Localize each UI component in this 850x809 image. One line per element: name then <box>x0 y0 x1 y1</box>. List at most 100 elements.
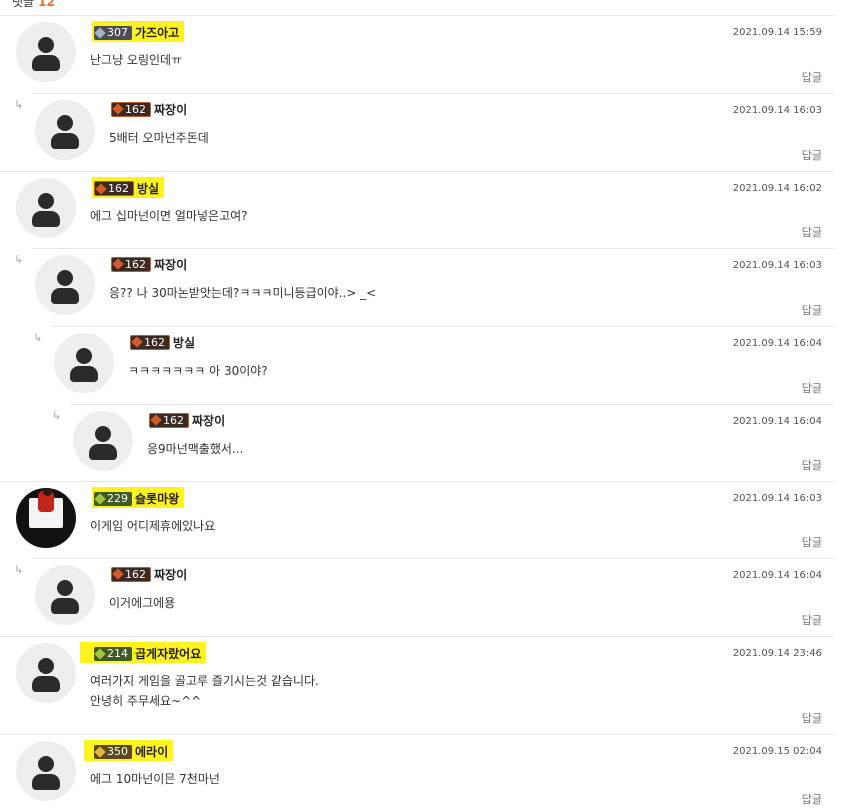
reply-button[interactable]: 답글 <box>802 147 822 163</box>
comment-item: ↳ 162 짜장이 2021.09.14 16:04 이거에그에용 답글 <box>14 558 834 637</box>
level-badge: 307 <box>94 25 132 40</box>
reply-button[interactable]: 답글 <box>802 710 822 726</box>
reply-button[interactable]: 답글 <box>802 224 822 240</box>
comment-date: 2021.09.14 16:04 <box>732 338 822 349</box>
comment-text: 난그냥 오링인데ㅠ <box>90 50 182 70</box>
comment-text-line: ㅋㅋㅋㅋㅋㅋㅋ 아 30이야? <box>128 364 268 378</box>
reply-button[interactable]: 답글 <box>802 612 822 628</box>
reply-button[interactable]: 답글 <box>802 380 822 396</box>
nickname[interactable]: 짜장이 <box>154 101 187 118</box>
level-number: 162 <box>125 257 146 271</box>
level-number: 162 <box>125 567 146 581</box>
level-number: 162 <box>108 182 129 195</box>
comment-text-line: 에그 십마넌이면 얼마넣은고여? <box>90 209 248 223</box>
nick-line: 162 짜장이 <box>111 100 187 118</box>
nickname[interactable]: 짜장이 <box>154 256 187 273</box>
reply-button[interactable]: 답글 <box>802 302 822 318</box>
profile-photo[interactable] <box>16 488 76 548</box>
comment-item: ↳ 162 짜장이 2021.09.14 16:03 5배터 오마넌주돈데 답글 <box>14 93 834 172</box>
nick-line: 229 슬롯마왕 <box>92 486 185 508</box>
comment-date: 2021.09.14 16:03 <box>732 493 822 504</box>
highlight-mark: 229 슬롯마왕 <box>92 486 185 508</box>
reply-arrow-icon: ↳ <box>14 253 24 266</box>
comment-text: 여러가지 게임을 골고루 즐기시는것 같습니다. 안녕히 주무세요~^^ <box>90 671 319 711</box>
reply-button[interactable]: 답글 <box>802 69 822 85</box>
reply-arrow-icon: ↳ <box>14 98 24 111</box>
nickname[interactable]: 짜장이 <box>192 412 225 429</box>
comment-text: ㅋㅋㅋㅋㅋㅋㅋ 아 30이야? <box>128 361 268 381</box>
nick-line: 162 방실 <box>92 176 165 198</box>
comment-count: 12 <box>38 0 55 9</box>
comment-text: 이거에그에용 <box>109 593 175 613</box>
level-number: 350 <box>107 745 128 758</box>
default-avatar-icon[interactable] <box>35 255 95 315</box>
comment-text: 이게임 어디제휴에있나요 <box>90 516 215 536</box>
nickname[interactable]: 방실 <box>137 182 159 196</box>
comment-text: 응9마넌맥출했서... <box>147 439 243 459</box>
default-avatar-icon[interactable] <box>35 100 95 160</box>
comment-item: 229 슬롯마왕 2021.09.14 16:03 이게임 어디제휴에있나요 답글 <box>0 481 834 559</box>
level-gem-icon <box>94 26 106 39</box>
comment-date: 2021.09.14 15:59 <box>732 27 822 38</box>
nickname[interactable]: 곱게자랐어요 <box>135 647 201 661</box>
default-avatar-icon[interactable] <box>16 643 76 703</box>
level-gem-icon <box>95 182 107 195</box>
default-avatar-icon[interactable] <box>54 333 114 393</box>
comment-date: 2021.09.14 23:46 <box>732 648 822 659</box>
level-badge: 162 <box>130 334 170 350</box>
comment-text-line: 난그냥 오링인데ㅠ <box>90 53 183 67</box>
reply-button[interactable]: 답글 <box>802 791 822 807</box>
comment-text: 에그 십마넌이면 얼마넣은고여? <box>90 206 248 226</box>
level-number: 229 <box>107 492 128 505</box>
nickname[interactable]: 짜장이 <box>154 566 187 583</box>
level-badge: 214 <box>94 646 132 661</box>
comment-text-line: 안녕히 주무세요~^^ <box>90 694 202 708</box>
level-badge: 162 <box>94 181 134 196</box>
comment-header-label: 댓글 <box>12 0 35 9</box>
comment-date: 2021.09.14 16:03 <box>732 260 822 271</box>
default-avatar-icon[interactable] <box>16 178 76 238</box>
comment-text: 응?? 나 30마논받앗는데?ㅋㅋㅋ미니등급이야..> _< <box>109 283 376 303</box>
comment-item: ↳ 162 짜장이 2021.09.14 16:03 응?? 나 30마논받앗는데… <box>14 248 834 327</box>
level-number: 162 <box>125 102 146 116</box>
comment-text-line: 이거에그에용 <box>109 596 176 610</box>
comment-item: 350 에라이 2021.09.15 02:04 에그 10마넌이믄 7천마넌 답… <box>0 734 834 809</box>
level-number: 307 <box>107 26 128 39</box>
level-gem-icon <box>131 336 143 348</box>
comment-date: 2021.09.14 16:02 <box>732 183 822 194</box>
default-avatar-icon[interactable] <box>35 565 95 625</box>
nickname[interactable]: 슬롯마왕 <box>135 492 179 506</box>
comment-item: ↳ 162 방실 2021.09.14 16:04 ㅋㅋㅋㅋㅋㅋㅋ 아 30이야?… <box>33 326 834 405</box>
comment-item: ↳ 162 짜장이 2021.09.14 16:04 응9마넌맥출했서... 답글 <box>52 404 834 482</box>
comment-item: 307 가즈아고 2021.09.14 15:59 난그냥 오링인데ㅠ 답글 <box>0 15 834 94</box>
nickname[interactable]: 에라이 <box>135 745 168 759</box>
level-number: 162 <box>163 413 184 427</box>
comment-text-line: 이게임 어디제휴에있나요 <box>90 519 216 533</box>
nick-line: 162 짜장이 <box>149 411 225 429</box>
level-number: 162 <box>144 335 165 349</box>
reply-button[interactable]: 답글 <box>802 534 822 550</box>
level-gem-icon <box>112 568 124 580</box>
nickname[interactable]: 방실 <box>173 334 195 351</box>
highlight-mark: 214 곱게자랐어요 <box>80 641 207 663</box>
nickname[interactable]: 가즈아고 <box>135 26 179 40</box>
level-gem-icon <box>150 414 162 426</box>
comment-header: 댓글 12 <box>12 0 55 10</box>
comment-text-line: 응?? 나 30마논받앗는데?ㅋㅋㅋ미니등급이야..> _< <box>109 286 377 300</box>
default-avatar-icon[interactable] <box>16 741 76 801</box>
nick-line: 307 가즈아고 <box>92 20 185 42</box>
comment-text: 5배터 오마넌주돈데 <box>109 128 209 148</box>
level-badge: 350 <box>94 744 132 759</box>
level-gem-icon <box>94 647 106 660</box>
level-gem-icon <box>112 103 124 115</box>
comment-date: 2021.09.15 02:04 <box>732 746 822 757</box>
nick-line: 350 에라이 <box>84 739 174 761</box>
default-avatar-icon[interactable] <box>16 22 76 82</box>
reply-button[interactable]: 답글 <box>802 457 822 473</box>
level-badge: 162 <box>111 566 151 582</box>
default-avatar-icon[interactable] <box>73 411 133 471</box>
highlight-mark: 350 에라이 <box>84 739 174 761</box>
level-gem-icon <box>94 745 106 758</box>
comment-text-line: 5배터 오마넌주돈데 <box>109 131 209 145</box>
level-badge: 162 <box>149 412 189 428</box>
